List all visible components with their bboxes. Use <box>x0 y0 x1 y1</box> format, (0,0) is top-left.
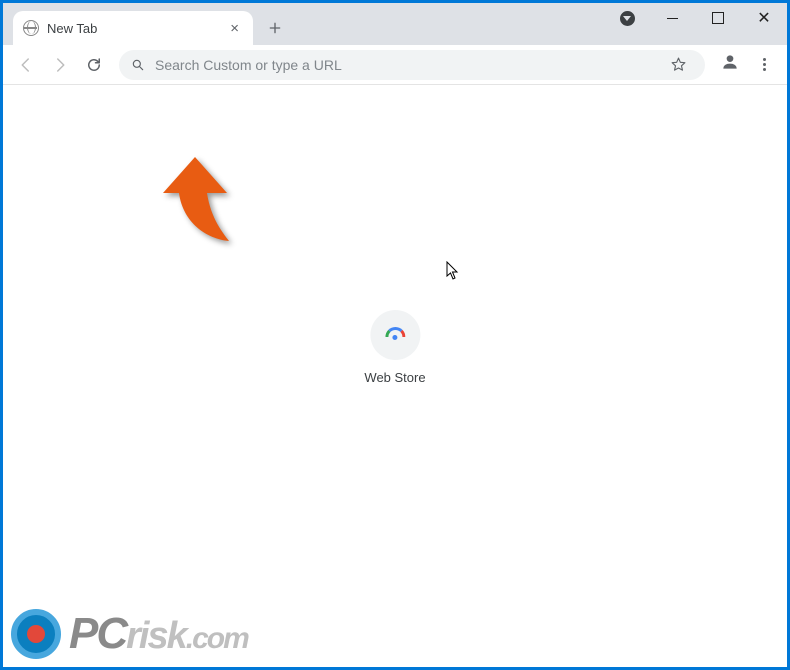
browser-tab[interactable]: New Tab × <box>13 11 253 45</box>
close-tab-icon[interactable]: × <box>226 18 243 39</box>
plus-icon <box>267 20 283 36</box>
browser-menu-button[interactable] <box>749 50 779 80</box>
web-store-icon <box>385 325 405 345</box>
kebab-menu-icon <box>763 58 766 71</box>
watermark-text: PCrisk.com <box>69 609 248 659</box>
star-icon <box>670 56 687 73</box>
shortcut-web-store[interactable]: Web Store <box>364 310 425 385</box>
annotation-arrow-icon <box>155 157 235 245</box>
nav-back-button[interactable] <box>11 50 41 80</box>
browser-window: New Tab × ✕ <box>3 3 787 667</box>
window-frame: New Tab × ✕ <box>0 0 790 670</box>
window-close-button[interactable]: ✕ <box>741 3 787 33</box>
new-tab-content: Web Store PCrisk.com <box>3 85 787 667</box>
address-input[interactable] <box>155 57 653 73</box>
nav-reload-button[interactable] <box>79 50 109 80</box>
new-tab-button[interactable] <box>261 14 289 42</box>
toolbar <box>3 45 787 85</box>
globe-icon <box>23 20 39 36</box>
cursor-icon <box>446 261 460 281</box>
watermark-badge-icon <box>11 609 61 659</box>
shortcut-label: Web Store <box>364 370 425 385</box>
tab-title: New Tab <box>47 21 218 36</box>
window-controls: ✕ <box>605 3 787 33</box>
profile-icon <box>720 52 740 77</box>
reload-icon <box>85 56 103 74</box>
extension-shield-button[interactable] <box>605 3 649 33</box>
shortcut-tile <box>370 310 420 360</box>
nav-forward-button[interactable] <box>45 50 75 80</box>
watermark: PCrisk.com <box>11 609 248 659</box>
window-maximize-button[interactable] <box>695 3 741 33</box>
search-icon <box>131 58 145 72</box>
window-minimize-button[interactable] <box>649 3 695 33</box>
bookmark-button[interactable] <box>663 50 693 80</box>
profile-button[interactable] <box>715 50 745 80</box>
tab-strip: New Tab × ✕ <box>3 3 787 45</box>
shield-icon <box>620 11 635 26</box>
arrow-right-icon <box>51 56 69 74</box>
arrow-left-icon <box>17 56 35 74</box>
address-bar[interactable] <box>119 50 705 80</box>
